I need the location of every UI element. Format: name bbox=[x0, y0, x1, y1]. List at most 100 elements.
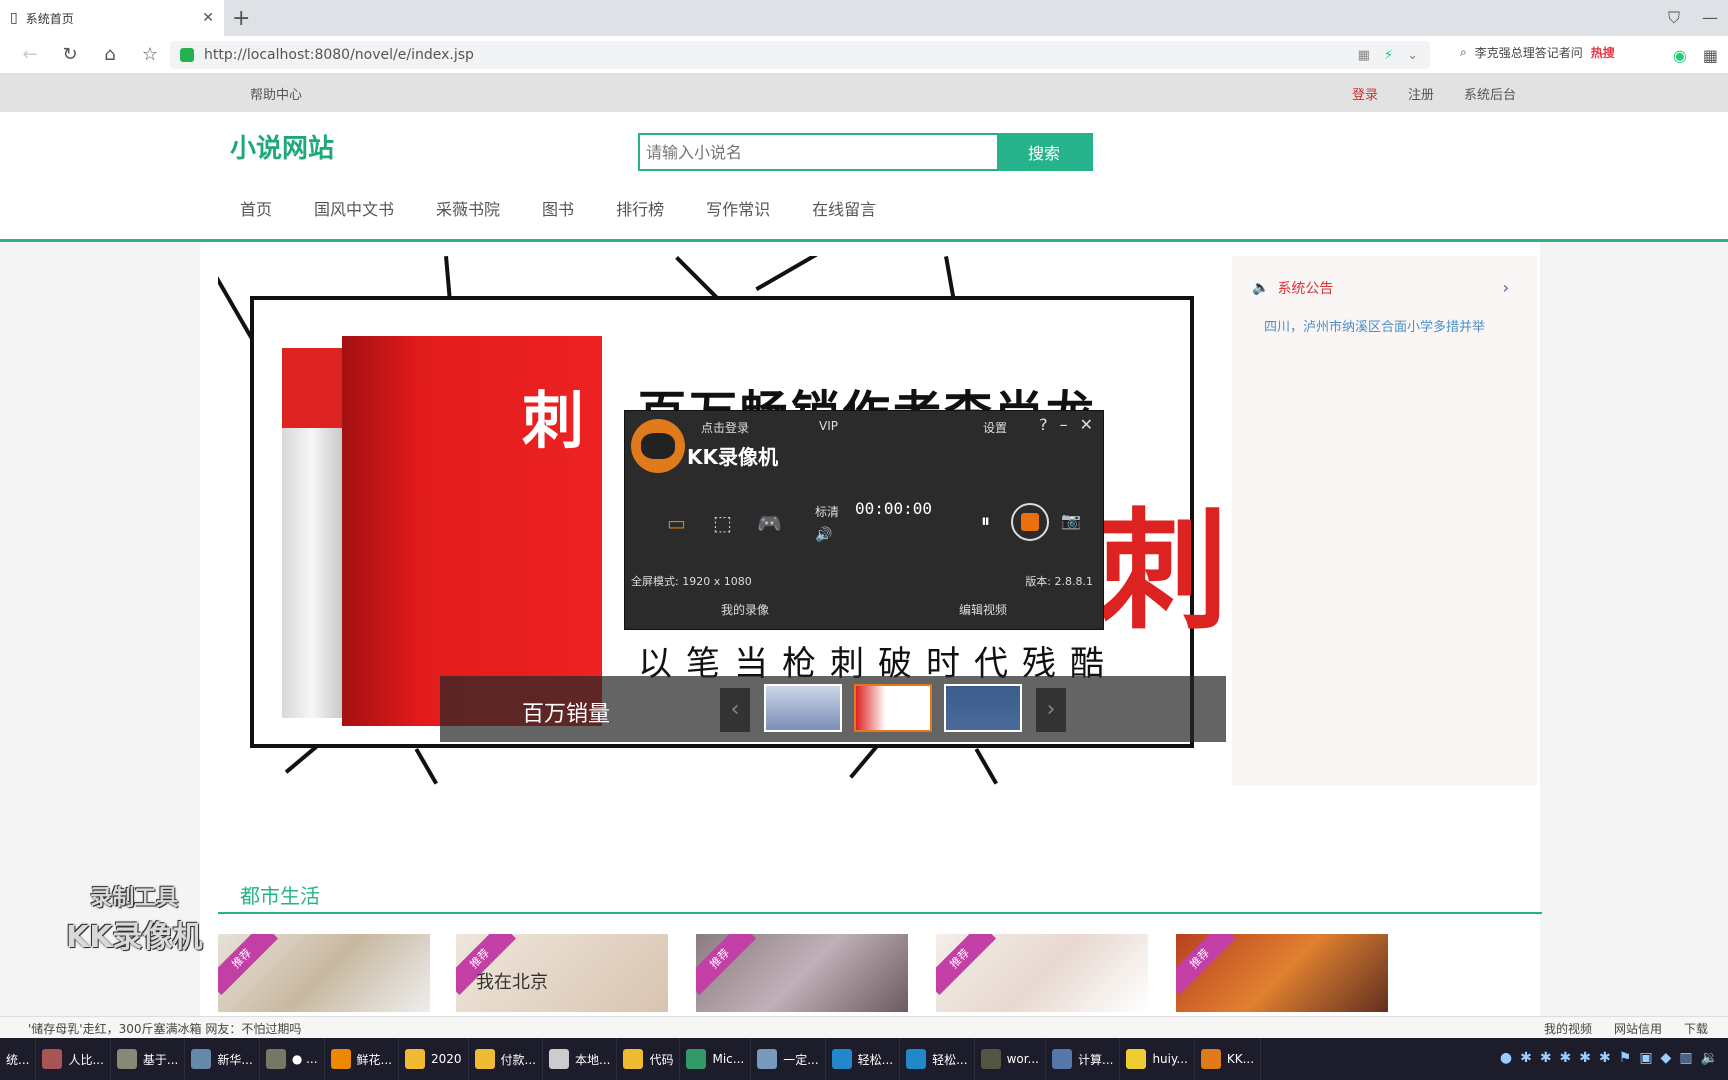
nav-home[interactable]: 首页 bbox=[240, 196, 272, 220]
home-icon[interactable]: ⌂ bbox=[90, 44, 130, 65]
site-logo[interactable]: 小说网站 bbox=[230, 128, 334, 165]
tray-icon[interactable]: ✱ bbox=[1560, 1050, 1572, 1066]
nav-ranking[interactable]: 排行榜 bbox=[616, 196, 664, 220]
download-link[interactable]: 下载 bbox=[1684, 1020, 1708, 1037]
network-icon[interactable]: ▥ bbox=[1679, 1050, 1692, 1066]
taskbar-item[interactable]: 轻松... bbox=[826, 1038, 901, 1080]
reload-icon[interactable]: ↻ bbox=[50, 44, 90, 65]
browser-search[interactable]: ⌕ 李克强总理答记者问 热搜 bbox=[1460, 44, 1615, 61]
taskbar-label: 计算... bbox=[1078, 1052, 1114, 1067]
address-bar[interactable]: http://localhost:8080/novel/e/index.jsp … bbox=[170, 41, 1430, 69]
help-icon[interactable]: ? bbox=[1039, 415, 1048, 434]
site-credit-link[interactable]: 网站信用 bbox=[1614, 1020, 1662, 1037]
nav-message[interactable]: 在线留言 bbox=[812, 196, 876, 220]
kk-my-videos-link[interactable]: 我的录像 bbox=[721, 601, 769, 618]
recommend-ribbon: 推荐 bbox=[696, 934, 757, 996]
notice-header: 🔈 系统公告 bbox=[1252, 278, 1333, 298]
back-icon[interactable]: ← bbox=[10, 44, 50, 65]
taskbar-item[interactable]: 鲜花... bbox=[325, 1038, 399, 1080]
windows-taskbar: 统... 人比... 基于... 新华... ● ... 鲜花... 2020 … bbox=[0, 1038, 1728, 1080]
nav-books[interactable]: 图书 bbox=[542, 196, 574, 220]
carousel-thumb-2[interactable] bbox=[854, 684, 932, 732]
taskbar-item[interactable]: 一定... bbox=[751, 1038, 826, 1080]
tray-icon[interactable]: ✱ bbox=[1520, 1050, 1532, 1066]
news-ticker[interactable]: '储存母乳'走红，300斤塞满冰箱 网友：不怕过期吗 bbox=[28, 1020, 301, 1037]
tray-icon[interactable]: ✱ bbox=[1599, 1050, 1611, 1066]
book-card[interactable]: 推荐 bbox=[696, 934, 908, 1012]
taskbar-item[interactable]: 轻松... bbox=[900, 1038, 975, 1080]
tray-icon[interactable]: ⚑ bbox=[1619, 1050, 1632, 1066]
monitor-icon[interactable]: ▭ bbox=[667, 511, 686, 535]
taskbar-item[interactable]: 人比... bbox=[36, 1038, 111, 1080]
qrcode-icon[interactable]: ▦ bbox=[1358, 48, 1370, 63]
nav-caiwei[interactable]: 采薇书院 bbox=[436, 196, 500, 220]
taskbar-item[interactable]: 基于... bbox=[111, 1038, 186, 1080]
shirt-icon[interactable]: ⛉ bbox=[1668, 8, 1680, 28]
kk-quality[interactable]: 标清 bbox=[815, 503, 839, 520]
browser-tab[interactable]: ▯ 系统首页 ✕ bbox=[0, 0, 224, 36]
taskbar-item[interactable]: 付款... bbox=[469, 1038, 543, 1080]
carousel-thumb-1[interactable] bbox=[764, 684, 842, 732]
carousel-next-button[interactable]: › bbox=[1036, 688, 1066, 732]
search-input[interactable] bbox=[640, 135, 997, 169]
close-tab-icon[interactable]: ✕ bbox=[202, 10, 214, 26]
taskbar-item[interactable]: 本地... bbox=[543, 1038, 618, 1080]
my-videos-link[interactable]: 我的视频 bbox=[1544, 1020, 1592, 1037]
banner-caption: 百万销量 bbox=[522, 702, 611, 727]
region-icon[interactable]: ⬚ bbox=[713, 511, 732, 535]
book-card[interactable]: 推荐 bbox=[1176, 934, 1388, 1012]
help-link[interactable]: 帮助中心 bbox=[250, 84, 302, 103]
star-icon[interactable]: ☆ bbox=[130, 44, 170, 65]
recommend-ribbon: 推荐 bbox=[218, 934, 279, 996]
camera-icon[interactable]: 📷 bbox=[1061, 511, 1081, 530]
taskbar-item[interactable]: 代码 bbox=[617, 1038, 681, 1080]
nav-writing[interactable]: 写作常识 bbox=[706, 196, 770, 220]
url-text: http://localhost:8080/novel/e/index.jsp bbox=[204, 47, 474, 63]
tray-icon[interactable]: ✱ bbox=[1579, 1050, 1591, 1066]
nav-guofeng[interactable]: 国风中文书 bbox=[314, 196, 394, 220]
tray-icon[interactable]: ✱ bbox=[1540, 1050, 1552, 1066]
kk-settings-link[interactable]: 设置 bbox=[983, 419, 1007, 436]
taskbar-item[interactable]: Mic... bbox=[680, 1038, 752, 1080]
taskbar-item[interactable]: wor... bbox=[975, 1038, 1046, 1080]
taskbar-item[interactable]: 2020 bbox=[399, 1038, 469, 1080]
tray-icon[interactable]: ◆ bbox=[1661, 1050, 1672, 1066]
lightning-icon[interactable]: ⚡ bbox=[1384, 48, 1393, 63]
login-link[interactable]: 登录 bbox=[1352, 84, 1378, 103]
carousel-thumb-3[interactable] bbox=[944, 684, 1022, 732]
taskbar-item[interactable]: 统... bbox=[0, 1038, 37, 1080]
kk-vip-link[interactable]: VIP bbox=[819, 419, 838, 433]
gamepad-icon[interactable]: 🎮 bbox=[757, 511, 782, 535]
close-icon[interactable]: ✕ bbox=[1080, 415, 1093, 434]
search-button[interactable]: 搜索 bbox=[997, 135, 1091, 169]
register-link[interactable]: 注册 bbox=[1408, 84, 1434, 103]
kk-login-link[interactable]: 点击登录 bbox=[701, 419, 749, 436]
minimize-icon[interactable]: — bbox=[1702, 8, 1718, 28]
tray-icon[interactable]: ▣ bbox=[1639, 1050, 1652, 1066]
record-stop-button[interactable] bbox=[1011, 503, 1049, 541]
volume-icon[interactable]: 🔊 bbox=[815, 527, 832, 543]
new-tab-icon[interactable]: + bbox=[232, 6, 250, 31]
minimize-icon[interactable]: – bbox=[1060, 415, 1068, 434]
notice-item[interactable]: 四川，泸州市纳溪区合面小学多措并举 bbox=[1264, 316, 1485, 335]
taskbar-item[interactable]: 新华... bbox=[185, 1038, 260, 1080]
taskbar-item[interactable]: 计算... bbox=[1046, 1038, 1121, 1080]
extension-icon[interactable]: ◉ bbox=[1673, 46, 1687, 65]
tray-icon[interactable]: ● bbox=[1500, 1050, 1512, 1066]
app-icon bbox=[831, 1049, 852, 1069]
kk-edit-video-link[interactable]: 编辑视频 bbox=[959, 601, 1007, 618]
carousel-prev-button[interactable]: ‹ bbox=[720, 688, 750, 732]
taskbar-item[interactable]: ● ... bbox=[260, 1038, 325, 1080]
admin-link[interactable]: 系统后台 bbox=[1464, 84, 1516, 103]
book-card[interactable]: 推荐 bbox=[218, 934, 430, 1012]
taskbar-item[interactable]: huiy... bbox=[1120, 1038, 1195, 1080]
pause-icon[interactable]: ⏸ bbox=[981, 511, 990, 532]
book-card[interactable]: 推荐 我在北京 bbox=[456, 934, 668, 1012]
app-icon bbox=[265, 1049, 286, 1069]
grid-icon[interactable]: ▦ bbox=[1703, 46, 1718, 65]
chevron-right-icon[interactable]: › bbox=[1503, 278, 1509, 297]
volume-icon[interactable]: 🔉 bbox=[1701, 1050, 1718, 1066]
book-card[interactable]: 推荐 bbox=[936, 934, 1148, 1012]
chevron-down-icon[interactable]: ⌄ bbox=[1407, 48, 1418, 63]
taskbar-item[interactable]: KK... bbox=[1195, 1038, 1262, 1080]
